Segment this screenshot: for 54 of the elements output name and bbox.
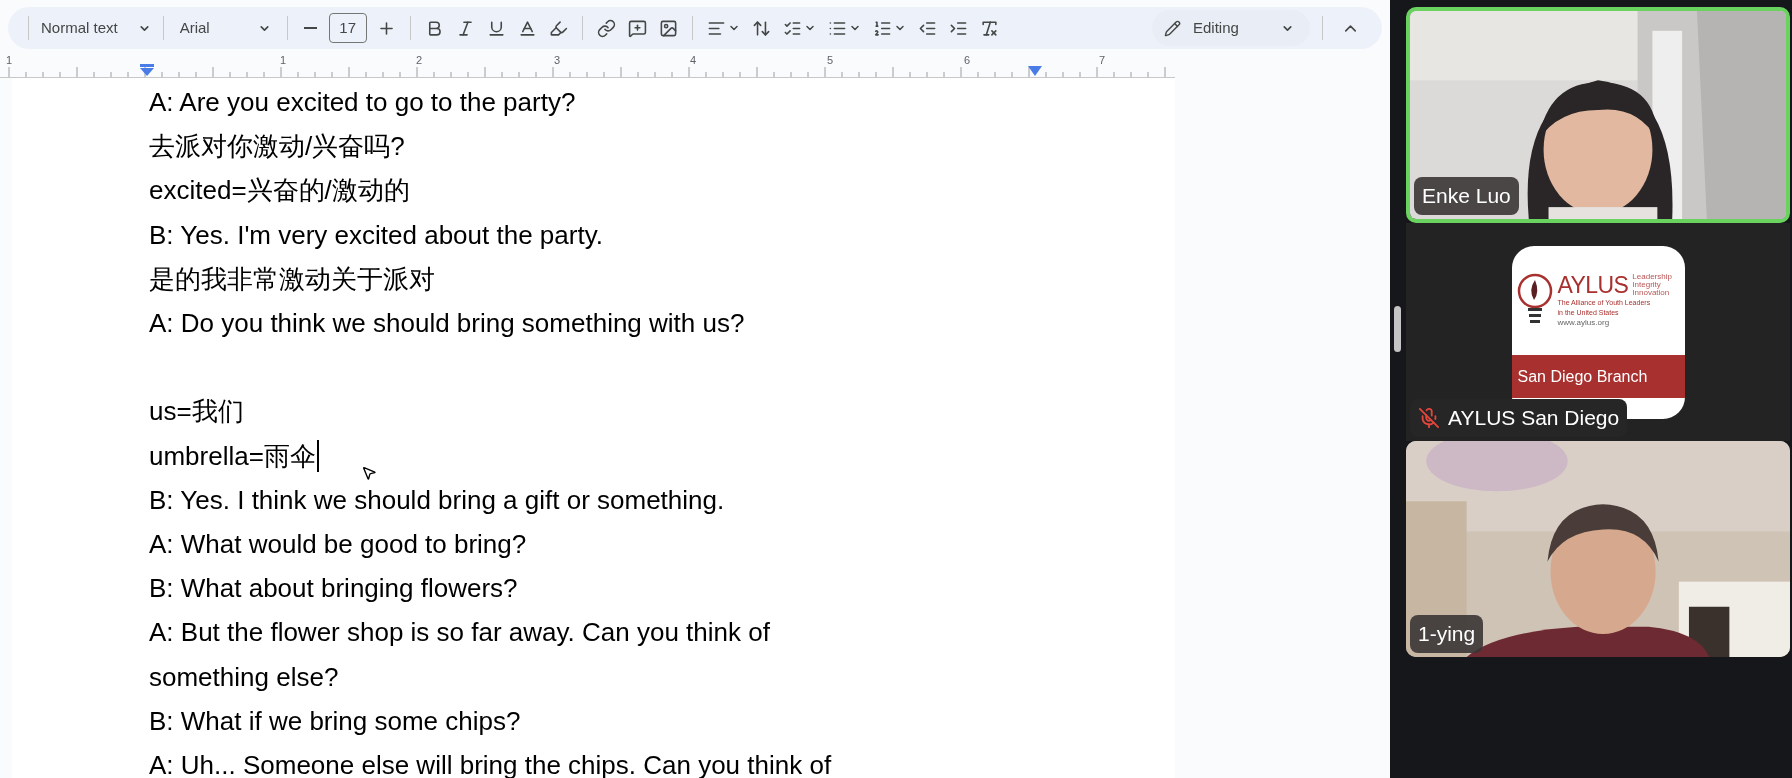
document-line: something else? (149, 661, 339, 692)
highlighter-icon (548, 18, 568, 38)
participant-name-label: Enke Luo (1414, 177, 1519, 215)
font-size-field[interactable]: 17 (328, 13, 367, 43)
document-line: A: But the flower shop is so far away. Can you think of (149, 617, 770, 648)
document-line: A: What would be good to bring? (149, 528, 527, 559)
document-line: 是的我非常激动关于派对 (149, 263, 435, 294)
document-line: excited=兴奋的/激动的 (149, 175, 410, 206)
logo-motto: Innovation (1632, 289, 1671, 297)
mouse-pointer-icon (361, 465, 377, 481)
paragraph-style-dropdown[interactable]: Normal text (37, 12, 155, 44)
text-color-icon (517, 18, 537, 38)
logo-url: www.aylus.org (1557, 318, 1611, 328)
numbered-list-icon (872, 18, 892, 38)
document-line: B: Yes. I think we should bring a gift or something. (149, 484, 725, 515)
video-tile[interactable]: 1-ying (1406, 441, 1790, 657)
ruler-number: 4 (689, 53, 697, 68)
ruler-number: 6 (963, 53, 971, 68)
document-line: umbrella=雨伞 (149, 440, 316, 471)
ruler-number: 1 (5, 53, 13, 68)
right-indent-marker[interactable] (1028, 66, 1042, 76)
panel-resize-handle[interactable] (1394, 306, 1401, 352)
font-dropdown[interactable]: Arial (171, 12, 279, 44)
document-page[interactable] (12, 78, 1175, 778)
line-spacing-icon (751, 18, 771, 38)
logo-motto: Leadership (1632, 273, 1672, 281)
link-icon (596, 18, 616, 38)
clear-formatting-icon (979, 18, 999, 38)
video-tile[interactable]: Enke Luo (1406, 7, 1790, 223)
logo-title: AYLUS (1557, 272, 1629, 298)
image-icon (658, 18, 678, 38)
document-line: B: Yes. I'm very excited about the party. (149, 219, 603, 250)
document-line: A: Are you excited to go to the party? (149, 87, 576, 118)
text-cursor (316, 439, 319, 472)
document-line: B: What if we bring some chips? (149, 705, 521, 736)
ruler-number: 1 (279, 53, 287, 68)
document-line: 去派对你激动/兴奋吗? (149, 131, 405, 162)
document-line: us=我们 (149, 396, 244, 427)
pencil-icon (1164, 19, 1181, 37)
ruler-number: 7 (1098, 53, 1106, 68)
editing-mode-dropdown[interactable]: Editing (1152, 10, 1310, 46)
participant-name-label: 1-ying (1410, 615, 1484, 653)
ruler-number: 5 (826, 53, 834, 68)
muted-microphone-icon (1418, 407, 1440, 429)
minus-icon (303, 27, 317, 29)
logo-motto: Integrity (1632, 281, 1661, 289)
logo-banner: San Diego Branch (1511, 355, 1685, 398)
document-line: B: What about bringing flowers? (149, 573, 518, 604)
ruler-number: 2 (415, 53, 423, 68)
ruler-number: 3 (553, 53, 561, 68)
document-line: A: Do you think we should bring something with us? (149, 308, 745, 339)
left-indent-marker[interactable] (140, 64, 154, 76)
add-comment-icon (627, 18, 647, 38)
underline-icon (486, 18, 506, 38)
